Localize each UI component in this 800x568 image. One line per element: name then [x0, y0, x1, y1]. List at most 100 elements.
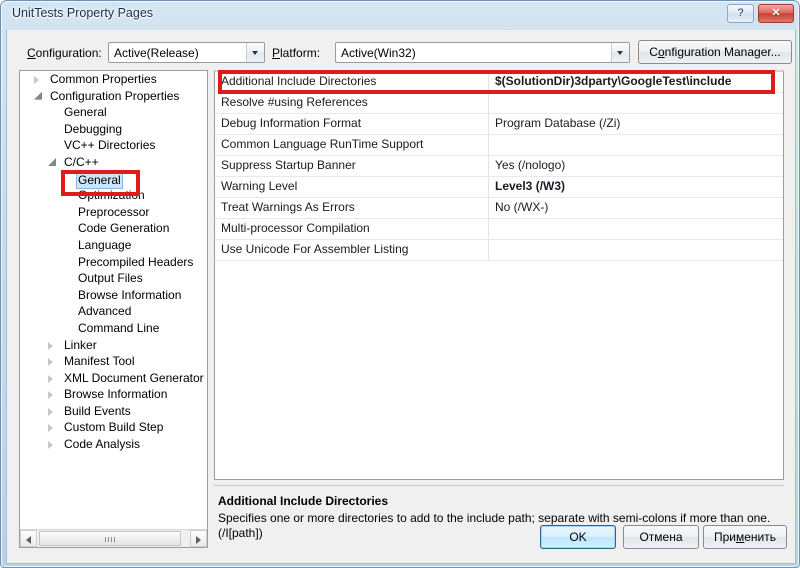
property-row[interactable]: Warning Level Level3 (/W3) [215, 177, 783, 198]
tree-item-preprocessor[interactable]: Preprocessor [20, 204, 207, 221]
tree-item-xml-document-generator[interactable]: XML Document Generator [20, 370, 207, 387]
property-row[interactable]: Suppress Startup Banner Yes (/nologo) [215, 156, 783, 177]
configuration-label: Configuration: [27, 46, 102, 60]
cancel-button[interactable]: Отмена [623, 525, 699, 549]
property-value[interactable]: No (/WX-) [495, 200, 548, 214]
apply-label-suffix: енить [744, 530, 777, 544]
property-value[interactable]: $(SolutionDir)3dparty\GoogleTest\include [495, 74, 731, 88]
tree-item-label: VC++ Directories [64, 138, 156, 153]
tree-item-label: Linker [64, 337, 97, 352]
tree-item-advanced[interactable]: Advanced [20, 303, 207, 320]
property-name: Common Language RunTime Support [221, 137, 424, 151]
tree-item-label: C/C++ [64, 154, 99, 169]
tree-item-linker[interactable]: Linker [20, 337, 207, 354]
property-value[interactable]: Program Database (/Zi) [495, 116, 620, 130]
configuration-dropdown[interactable]: Active(Release) [108, 42, 265, 63]
help-icon[interactable]: ? [727, 4, 754, 23]
property-name: Treat Warnings As Errors [221, 200, 355, 214]
tree-item-label: Command Line [78, 320, 160, 335]
tree-item-general[interactable]: General [20, 104, 207, 121]
tree-item-label: Browse Information [78, 287, 182, 302]
tree-item-optimization[interactable]: Optimization [20, 187, 207, 204]
tree-item-label: Common Properties [50, 72, 157, 86]
tree-item-label: Debugging [64, 121, 123, 136]
property-row[interactable]: Use Unicode For Assembler Listing [215, 240, 783, 261]
tree-item-browse-information[interactable]: Browse Information [20, 386, 207, 403]
tree-item-label: Build Events [64, 403, 131, 418]
property-row[interactable]: Debug Information Format Program Database… [215, 114, 783, 135]
chevron-right-icon[interactable] [48, 441, 53, 450]
chevron-right-icon[interactable] [48, 391, 53, 400]
configuration-bar: Configuration: Active(Release) Platform:… [7, 30, 795, 68]
tree-item-common-properties[interactable]: Common Properties [20, 71, 207, 88]
tree-item-label: Preprocessor [78, 204, 150, 219]
tree-item-custom-build-step[interactable]: Custom Build Step [20, 419, 207, 436]
tree-item-language[interactable]: Language [20, 237, 207, 254]
chevron-right-icon[interactable] [48, 424, 53, 433]
apply-label-accel: м [736, 530, 745, 544]
property-name: Suppress Startup Banner [221, 158, 356, 172]
tree-item-label: Language [78, 237, 132, 252]
tree-item-label: General [64, 105, 107, 120]
column-divider [488, 114, 489, 134]
chevron-right-icon[interactable] [48, 358, 53, 367]
property-name: Warning Level [221, 179, 298, 193]
property-grid[interactable]: Additional Include Directories $(Solution… [214, 70, 784, 480]
apply-button[interactable]: Применить [703, 525, 787, 549]
column-divider [488, 219, 489, 239]
property-value[interactable]: Yes (/nologo) [495, 158, 565, 172]
tree-item-code-generation[interactable]: Code Generation [20, 220, 207, 237]
chevron-right-icon[interactable] [48, 407, 53, 416]
tree-item-command-line[interactable]: Command Line [20, 320, 207, 337]
tree-item-label: Advanced [78, 304, 132, 319]
window-title: UnitTests Property Pages [12, 6, 154, 20]
scrollbar-thumb[interactable] [39, 531, 181, 546]
chevron-down-icon[interactable] [246, 43, 264, 62]
property-pages-window: UnitTests Property Pages ? ✕ Configurati… [0, 0, 800, 568]
tree-item-configuration-properties[interactable]: Configuration Properties [20, 88, 207, 105]
property-tree[interactable]: Common Properties Configuration Propertie… [20, 71, 207, 529]
property-name: Resolve #using References [221, 95, 368, 109]
tree-item-precompiled-headers[interactable]: Precompiled Headers [20, 254, 207, 271]
scroll-left-icon[interactable] [20, 530, 37, 547]
tree-item-label: Precompiled Headers [78, 254, 194, 269]
property-name: Multi-processor Compilation [221, 221, 370, 235]
title-bar[interactable]: UnitTests Property Pages ? ✕ [1, 1, 800, 29]
tree-item-label: Optimization [78, 188, 145, 203]
chevron-down-icon[interactable] [611, 43, 629, 62]
tree-item-general[interactable]: General [20, 170, 207, 190]
property-row[interactable]: Common Language RunTime Support [215, 135, 783, 156]
property-name: Additional Include Directories [221, 74, 377, 88]
tree-item-debugging[interactable]: Debugging [20, 121, 207, 138]
column-divider [488, 240, 489, 260]
platform-dropdown[interactable]: Active(Win32) [335, 42, 630, 63]
column-divider [488, 93, 489, 113]
tree-item-code-analysis[interactable]: Code Analysis [20, 436, 207, 453]
chevron-down-icon[interactable] [34, 91, 42, 100]
property-row[interactable]: Additional Include Directories $(Solution… [215, 72, 783, 93]
chevron-right-icon[interactable] [48, 341, 53, 350]
close-icon[interactable]: ✕ [758, 4, 794, 23]
tree-item-manifest-tool[interactable]: Manifest Tool [20, 353, 207, 370]
tree-item-output-files[interactable]: Output Files [20, 270, 207, 287]
platform-label: Platform: [272, 46, 321, 60]
tree-horizontal-scrollbar[interactable] [20, 529, 207, 547]
property-row[interactable]: Resolve #using References [215, 93, 783, 114]
configuration-manager-button[interactable]: Configuration Manager... [638, 40, 792, 64]
property-row[interactable]: Multi-processor Compilation [215, 219, 783, 240]
chevron-right-icon[interactable] [48, 374, 53, 383]
chevron-right-icon[interactable] [34, 76, 39, 84]
tree-item-build-events[interactable]: Build Events [20, 403, 207, 420]
property-row[interactable]: Treat Warnings As Errors No (/WX-) [215, 198, 783, 219]
tree-item-browse-information[interactable]: Browse Information [20, 287, 207, 304]
ok-button[interactable]: OK [540, 525, 616, 549]
tree-item-vc-directories[interactable]: VC++ Directories [20, 137, 207, 154]
scroll-right-icon[interactable] [190, 530, 207, 547]
chevron-down-icon[interactable] [48, 157, 56, 166]
tree-item-c-c[interactable]: C/C++ [20, 154, 207, 171]
property-tree-panel[interactable]: Common Properties Configuration Propertie… [19, 70, 208, 548]
tree-item-label: Browse Information [64, 387, 168, 402]
property-value[interactable]: Level3 (/W3) [495, 179, 565, 193]
configuration-value: Active(Release) [114, 46, 199, 60]
description-title: Additional Include Directories [218, 494, 389, 508]
